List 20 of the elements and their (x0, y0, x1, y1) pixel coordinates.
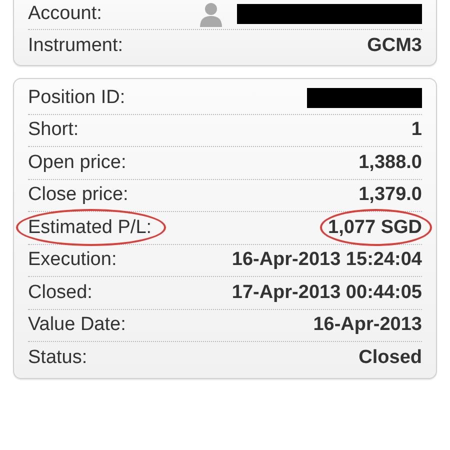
field-label: Short: (28, 119, 79, 140)
field-value: Closed (358, 346, 422, 368)
field-value: 1,077 SGD (328, 216, 422, 238)
field-value: 17-Apr-2013 00:44:05 (232, 282, 422, 303)
field-label: Account: (28, 2, 102, 24)
field-label: Position ID: (28, 86, 126, 108)
field-value: 16-Apr-2013 15:24:04 (232, 249, 422, 270)
field-label: Status: (28, 346, 88, 368)
field-value: 1,388.0 (358, 152, 422, 173)
field-label: Value Date: (28, 314, 126, 336)
field-label: Execution: (28, 249, 117, 270)
field-label: Open price: (28, 152, 126, 173)
field-value: 1,379.0 (358, 184, 422, 206)
field-value: GCM3 (367, 34, 422, 56)
field-label: Close price: (28, 184, 128, 206)
field-label: Estimated P/L: (28, 216, 152, 238)
field-value: 1 (411, 119, 422, 140)
field-label: Instrument: (28, 34, 124, 56)
field-label: Closed: (28, 282, 92, 303)
field-value: 16-Apr-2013 (313, 314, 422, 336)
